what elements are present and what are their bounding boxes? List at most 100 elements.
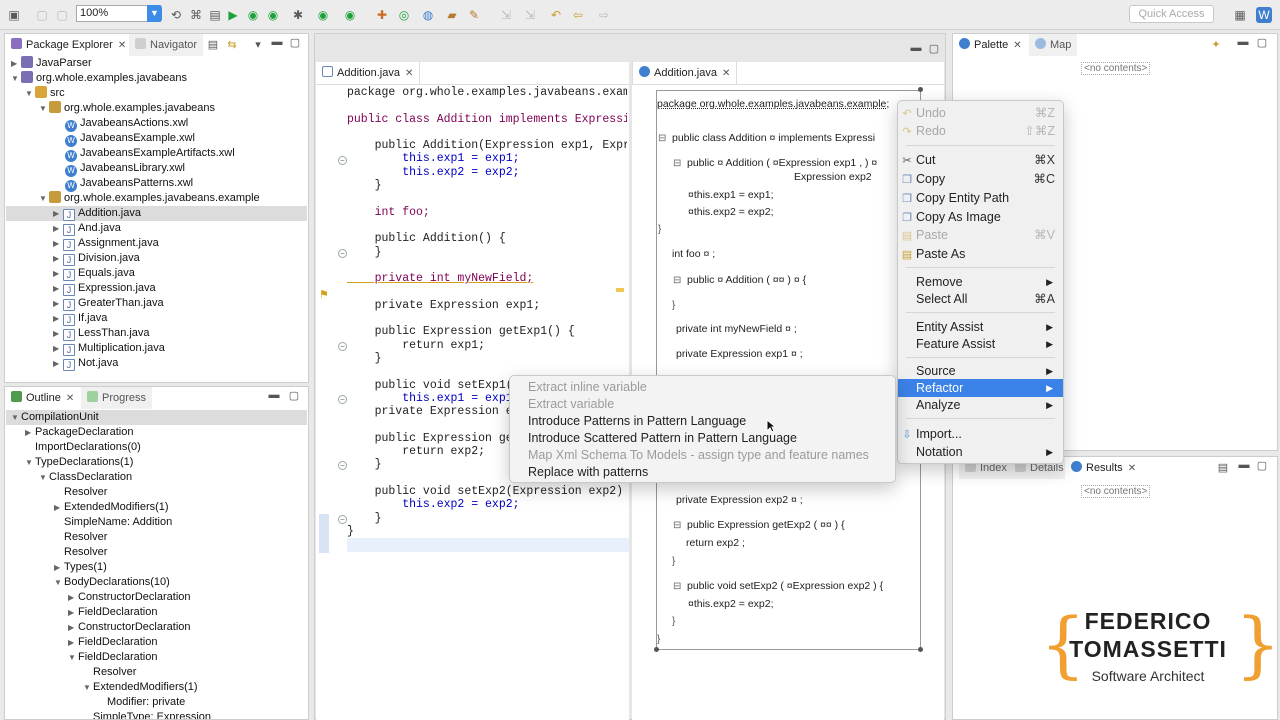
- tab-java-editor[interactable]: Addition.java ✕: [316, 62, 421, 84]
- nav-icon[interactable]: ⇲: [522, 7, 538, 23]
- tree-item[interactable]: Resolver: [64, 485, 107, 500]
- close-icon[interactable]: ✕: [66, 393, 74, 404]
- submenu-item-extract-variable[interactable]: Extract variable: [528, 396, 614, 413]
- tree-item[interactable]: ▼ org.whole.examples.javabeans: [39, 101, 215, 116]
- tree-item[interactable]: ▶ FieldDeclaration: [68, 605, 157, 620]
- new-wizard-icon[interactable]: ◎: [396, 7, 412, 23]
- menu-item-copy-as-image[interactable]: ❐ Copy As Image: [898, 208, 1063, 226]
- minimize-icon[interactable]: ▬: [1238, 459, 1250, 471]
- maximize-icon[interactable]: ▢: [288, 389, 300, 402]
- tree-item[interactable]: ▼ ExtendedModifiers(1): [83, 680, 198, 695]
- tree-item[interactable]: ▶ J Equals.java: [53, 266, 135, 281]
- tree-item[interactable]: Resolver: [93, 665, 136, 680]
- tree-item[interactable]: ▶ J And.java: [53, 221, 121, 236]
- tab-map[interactable]: Map: [1029, 34, 1078, 56]
- tab-whole-editor[interactable]: Addition.java ✕: [632, 62, 738, 84]
- tree-item[interactable]: ▼ org.whole.examples.javabeans: [11, 71, 187, 86]
- menu-item-cut[interactable]: ✂ Cut ⌘X: [898, 151, 1063, 169]
- tree-item[interactable]: ▼ src: [25, 86, 65, 101]
- menu-item-select-all[interactable]: Select All ⌘A: [898, 290, 1063, 308]
- menu-item-source[interactable]: Source ▶: [898, 362, 1063, 380]
- nav-icon[interactable]: ⇲: [498, 7, 514, 23]
- fold-toggle-icon[interactable]: −: [338, 156, 347, 165]
- submenu-item-extract-inline-variable[interactable]: Extract inline variable: [528, 379, 647, 396]
- tree-item[interactable]: Resolver: [64, 545, 107, 560]
- fold-toggle-icon[interactable]: ⊟: [673, 581, 681, 592]
- selection-handle[interactable]: [918, 87, 923, 92]
- forward-icon[interactable]: ⇨: [596, 7, 612, 23]
- fold-toggle-icon[interactable]: ⊟: [658, 133, 666, 144]
- field-declaration[interactable]: int foo ¤ ;: [672, 248, 715, 260]
- menu-item-remove[interactable]: Remove ▶: [898, 273, 1063, 291]
- menu-item-analyze[interactable]: Analyze ▶: [898, 396, 1063, 414]
- tree-item[interactable]: ▶ J Expression.java: [53, 281, 156, 296]
- run-icon[interactable]: ◉: [315, 7, 331, 23]
- tree-item[interactable]: ▶ J Multiplication.java: [53, 341, 165, 356]
- tree-item[interactable]: ▶ J Assignment.java: [53, 236, 159, 251]
- toolbar-icon[interactable]: ▤: [207, 7, 223, 23]
- menu-item-paste[interactable]: ▤ Paste ⌘V: [898, 226, 1063, 244]
- tree-item[interactable]: ▶ ConstructorDeclaration: [68, 590, 191, 605]
- save-all-icon[interactable]: ▢: [54, 7, 70, 23]
- menu-item-paste-as[interactable]: ▤ Paste As: [898, 245, 1063, 263]
- tree-item[interactable]: ▶ J Division.java: [53, 251, 140, 266]
- selection-box[interactable]: [656, 90, 921, 650]
- tree-item[interactable]: ▼ org.whole.examples.javabeans.example: [39, 191, 260, 206]
- toolbar-icon[interactable]: ▤: [1217, 461, 1229, 474]
- close-icon[interactable]: ✕: [1128, 463, 1136, 474]
- assignment-statement[interactable]: ¤this.exp2 = exp2;: [688, 206, 774, 218]
- minimize-icon[interactable]: ▬: [268, 389, 280, 401]
- fold-toggle-icon[interactable]: ⊟: [673, 158, 681, 169]
- fold-toggle-icon[interactable]: −: [338, 249, 347, 258]
- menu-item-undo[interactable]: ↶ Undo ⌘Z: [898, 104, 1063, 122]
- chevron-down-icon[interactable]: ▼: [147, 5, 162, 22]
- quick-access-field[interactable]: Quick Access: [1129, 5, 1214, 23]
- field-declaration[interactable]: private Expression exp2 ¤ ;: [676, 494, 803, 506]
- assignment-statement[interactable]: ¤this.exp2 = exp2;: [688, 598, 774, 610]
- close-icon[interactable]: ✕: [1013, 40, 1021, 51]
- run-icon[interactable]: ◉: [265, 7, 281, 23]
- tree-item[interactable]: ▶ JavaParser: [11, 56, 92, 71]
- link-editor-icon[interactable]: ⇆: [226, 38, 238, 51]
- view-menu-icon[interactable]: ▾: [252, 38, 264, 51]
- maximize-icon[interactable]: ▢: [289, 36, 301, 49]
- close-icon[interactable]: ✕: [722, 68, 730, 79]
- tab-progress[interactable]: Progress: [81, 387, 153, 409]
- tab-navigator[interactable]: Navigator: [129, 34, 204, 56]
- tab-outline[interactable]: Outline ✕: [5, 387, 81, 409]
- constructor-declaration[interactable]: public ¤ Addition ( ¤¤ ) ¤ {: [687, 274, 806, 286]
- parameter[interactable]: Expression exp2: [794, 171, 872, 183]
- fold-toggle-icon[interactable]: −: [338, 342, 347, 351]
- menu-item-entity-assist[interactable]: Entity Assist ▶: [898, 318, 1063, 336]
- tree-item[interactable]: ▼ FieldDeclaration: [68, 650, 157, 665]
- submenu-item-introduce-scattered-pattern[interactable]: Introduce Scattered Pattern in Pattern L…: [528, 430, 797, 447]
- perspective-icon[interactable]: ▦: [1232, 7, 1248, 23]
- menu-item-copy[interactable]: ❐ Copy ⌘C: [898, 170, 1063, 188]
- maximize-icon[interactable]: ▢: [1256, 36, 1268, 49]
- close-icon[interactable]: ✕: [118, 40, 126, 51]
- fold-toggle-icon[interactable]: −: [338, 395, 347, 404]
- selection-handle[interactable]: [918, 647, 923, 652]
- tree-item[interactable]: ▶ J Addition.java: [53, 206, 141, 221]
- package-declaration[interactable]: package org.whole.examples.javabeans.exa…: [657, 98, 889, 110]
- selection-handle[interactable]: [654, 647, 659, 652]
- collapse-all-icon[interactable]: ▤: [207, 38, 219, 51]
- menu-item-copy-entity-path[interactable]: ❐ Copy Entity Path: [898, 189, 1063, 207]
- toolbar-icon[interactable]: ✦: [1210, 38, 1222, 51]
- tree-item[interactable]: ▶ J If.java: [53, 311, 107, 326]
- tree-item[interactable]: ▼ BodyDeclarations(10): [54, 575, 170, 590]
- back-icon[interactable]: ↶: [548, 7, 564, 23]
- debug-icon[interactable]: ✱: [290, 7, 306, 23]
- tab-package-explorer[interactable]: Package Explorer ✕: [5, 34, 127, 56]
- whole-perspective-icon[interactable]: W: [1256, 7, 1272, 23]
- tree-item[interactable]: Resolver: [64, 530, 107, 545]
- toolbar-icon[interactable]: ⌘: [188, 7, 204, 23]
- method-declaration[interactable]: public Expression getExp2 ( ¤¤ ) {: [687, 519, 845, 531]
- field-declaration[interactable]: private int myNewField ¤ ;: [676, 323, 797, 335]
- tree-item[interactable]: ▶ J GreaterThan.java: [53, 296, 164, 311]
- menu-item-import[interactable]: ⇩ Import...: [898, 425, 1063, 443]
- tree-item[interactable]: ▶ ExtendedModifiers(1): [54, 500, 169, 515]
- method-declaration[interactable]: public void setExp2 ( ¤Expression exp2 )…: [687, 580, 883, 592]
- tree-item[interactable]: W JavabeansLibrary.xwl: [65, 161, 185, 177]
- menu-item-refactor[interactable]: Refactor ▶: [898, 379, 1063, 397]
